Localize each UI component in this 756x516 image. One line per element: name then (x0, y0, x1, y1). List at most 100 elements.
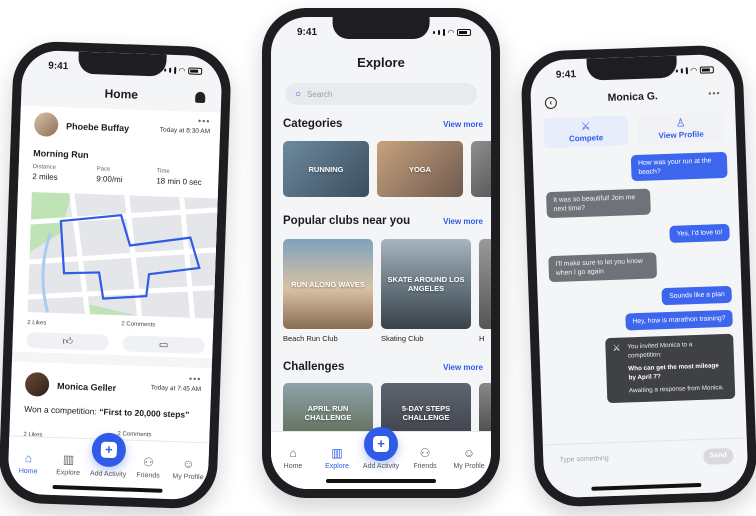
tab-home[interactable]: ⌂ Home (273, 446, 313, 470)
phone-chat: 9:41 ◠ ‹ Monica G. ••• ⚔ Compete ♙ View Pr… (520, 44, 756, 508)
comments-count[interactable]: 2 Comments (117, 431, 151, 438)
club-tile-beach-run[interactable]: RUN ALONG WAVES (283, 239, 373, 329)
post-text: Won a competition: “First to 20,000 step… (24, 404, 189, 420)
status-icons: ◠ (675, 65, 714, 75)
post-username[interactable]: Phoebe Buffay (66, 121, 129, 133)
message-bubble-sent: Sounds like a plan (661, 285, 732, 306)
message-bubble-sent: Hey, how is marathon training? (625, 309, 733, 331)
post-username[interactable]: Monica Geller (57, 381, 116, 393)
tab-label: Home (283, 463, 303, 470)
notch (332, 17, 430, 39)
phone-home: 9:41 ◠ Home Phoebe Buffay ••• Today at 8… (0, 40, 232, 510)
stat-value: 9:00/mi (96, 174, 123, 185)
like-button[interactable]: 👍︎ (26, 331, 109, 351)
category-tile-more[interactable] (471, 141, 491, 197)
activity-title: Morning Run (33, 148, 89, 161)
route-map-graphic (27, 192, 218, 319)
club-banner-text: RUN ALONG WAVES (291, 279, 365, 289)
message-composer: Send (542, 437, 749, 499)
club-name[interactable]: H (479, 334, 484, 343)
invite-question: Who can get the most mileage by April 7? (628, 362, 719, 381)
search-bar[interactable]: ○ (285, 83, 477, 105)
avatar[interactable] (33, 112, 59, 137)
comments-count[interactable]: 2 Comments (121, 321, 155, 328)
category-label: RUNNING (308, 164, 344, 174)
challenges-view-more-link[interactable]: View more (443, 363, 483, 372)
club-tile-more[interactable] (479, 239, 491, 329)
home-icon: ⌂ (289, 446, 297, 460)
notification-bell-icon[interactable] (195, 91, 206, 104)
avatar[interactable] (24, 371, 50, 397)
stat-value: 2 miles (32, 172, 58, 182)
club-tile-skating[interactable]: SKATE AROUND LOS ANGELES (381, 239, 471, 329)
route-map[interactable] (27, 192, 218, 319)
view-profile-label: View Profile (658, 129, 704, 140)
plus-icon: + (100, 441, 118, 459)
status-icons: ◠ (163, 65, 203, 75)
more-options-icon[interactable]: ••• (198, 116, 211, 126)
page-title: Home (104, 86, 139, 102)
signal-icon (675, 69, 678, 73)
feed-post: Phoebe Buffay ••• Today at 8:30 AM Morni… (12, 105, 221, 359)
message-bubble-received: I’ll make sure to let you know when I go… (548, 252, 658, 283)
clubs-view-more-link[interactable]: View more (443, 217, 483, 226)
message-input[interactable] (559, 452, 680, 464)
send-button[interactable]: Send (703, 447, 734, 465)
tab-label: Friends (413, 463, 437, 470)
likes-count[interactable]: 2 Likes (27, 320, 46, 327)
club-name[interactable]: Skating Club (381, 334, 424, 343)
person-icon: ♙ (675, 116, 686, 130)
competition-invite-card[interactable]: ⚔ You invited Monica to a competition: W… (605, 333, 736, 403)
category-tile-running[interactable]: RUNNING (283, 141, 369, 197)
tab-explore[interactable]: ▥ Explore (317, 446, 357, 470)
invite-status: Awaiting a response from Monica. (628, 384, 724, 395)
tab-explore[interactable]: ▥ Explore (48, 452, 89, 477)
category-tile-yoga[interactable]: YOGA (377, 141, 463, 197)
stat-label: Pace (96, 166, 111, 173)
search-input[interactable] (307, 89, 428, 99)
view-profile-button[interactable]: ♙ View Profile (637, 111, 725, 145)
home-indicator (326, 479, 436, 483)
message-bubble-received: It was so beautiful! Join me next time? (546, 188, 651, 219)
comment-button[interactable]: ▭ (122, 335, 205, 355)
message-bubble-sent: How was your run at the beach? (630, 151, 728, 182)
club-name[interactable]: Beach Run Club (283, 334, 338, 343)
tab-home[interactable]: ⌂ Home (8, 450, 49, 475)
battery-icon (457, 28, 471, 36)
battery-icon (188, 66, 203, 75)
crossed-swords-icon: ⚔ (580, 120, 591, 133)
compete-label: Compete (568, 132, 604, 143)
challenge-label: 5-DAY STEPS CHALLENGE (401, 404, 451, 422)
phone-explore: 9:41 ◠ Explore ○ Categories View more RU… (262, 8, 500, 498)
signal-icon (432, 30, 435, 34)
more-options-icon[interactable]: ••• (708, 88, 721, 98)
tab-my-profile[interactable]: ☺ My Profile (168, 456, 209, 481)
battery-icon (699, 65, 714, 74)
tab-label: My Profile (453, 463, 485, 470)
plus-icon: + (373, 436, 389, 452)
tab-friends[interactable]: ⚇ Friends (128, 455, 169, 480)
chat-screen: 9:41 ◠ ‹ Monica G. ••• ⚔ Compete ♙ View Pr… (529, 53, 749, 499)
message-bubble-sent: Yes, I’d love to! (669, 223, 730, 243)
tab-label: Explore (325, 463, 349, 470)
more-options-icon[interactable]: ••• (189, 374, 202, 384)
compete-button[interactable]: ⚔ Compete (543, 115, 629, 149)
tab-my-profile[interactable]: ☺ My Profile (449, 446, 489, 470)
home-screen: 9:41 ◠ Home Phoebe Buffay ••• Today at 8… (7, 49, 223, 501)
wifi-icon: ◠ (690, 65, 697, 75)
add-activity-button[interactable]: + (364, 427, 398, 461)
friends-icon: ⚇ (142, 455, 155, 470)
invite-text: You invited Monica to a competition: (627, 341, 693, 359)
status-time: 9:41 (555, 68, 577, 81)
explore-screen: 9:41 ◠ Explore ○ Categories View more RU… (271, 17, 491, 489)
chat-contact-name: Monica G. (607, 90, 659, 104)
crossed-swords-icon: ⚔ (612, 342, 621, 353)
challenge-label: APRIL RUN CHALLENGE (304, 404, 352, 422)
competition-name: “First to 20,000 steps” (99, 406, 190, 420)
stat-value: 18 min 0 sec (156, 176, 202, 187)
wifi-icon: ◠ (178, 65, 186, 75)
tab-friends[interactable]: ⚇ Friends (405, 446, 445, 470)
tab-label: My Profile (172, 473, 204, 482)
notch (78, 51, 167, 77)
categories-view-more-link[interactable]: View more (443, 120, 483, 129)
